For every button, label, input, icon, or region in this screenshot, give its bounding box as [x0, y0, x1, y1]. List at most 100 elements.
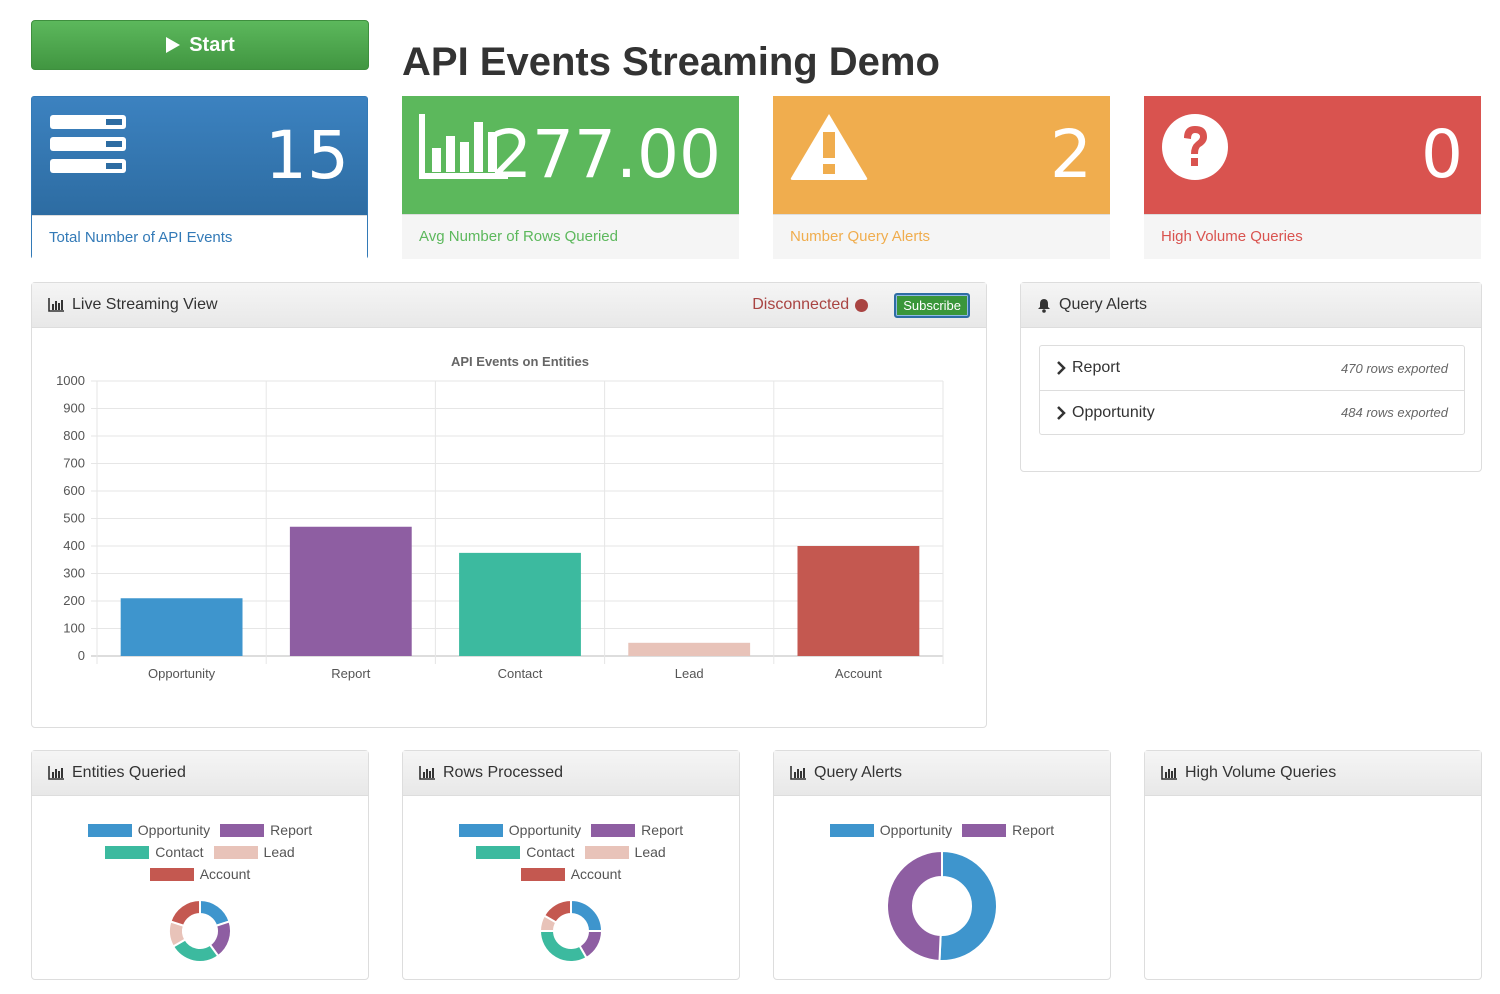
stat-value: 0 [1421, 116, 1463, 193]
legend-swatch [829, 823, 874, 837]
legend-item[interactable]: Lead [584, 844, 666, 860]
panel-title: Live Streaming View [72, 296, 218, 313]
donut-slice [886, 849, 943, 962]
bar-chart-icon [790, 766, 806, 780]
bar [120, 598, 243, 656]
legend-label: Opportunity [508, 822, 582, 838]
legend-item[interactable]: Opportunity [458, 822, 582, 838]
stat-query-alerts[interactable]: 2 Number Query Alerts [773, 96, 1110, 259]
x-tick-label: Lead [675, 666, 704, 681]
stat-value: 277.00 [490, 116, 721, 193]
legend-item[interactable]: Lead [213, 844, 295, 860]
legend-item[interactable]: Report [591, 822, 683, 838]
legend-item[interactable]: Report [220, 822, 312, 838]
y-tick-label: 0 [78, 648, 85, 663]
y-tick-label: 300 [63, 566, 85, 581]
legend-swatch [213, 845, 258, 859]
alert-item[interactable]: Opportunity 484 rows exported [1040, 390, 1464, 434]
stat-high-volume[interactable]: 0 High Volume Queries [1144, 96, 1481, 259]
start-button[interactable]: Start [31, 20, 369, 70]
chart-title: API Events on Entities [451, 354, 589, 369]
live-streaming-panel: Live Streaming View Disconnected Subscri… [31, 282, 987, 728]
play-icon [166, 37, 181, 53]
y-tick-label: 1000 [56, 373, 85, 388]
panel-title: Entities Queried [72, 764, 186, 781]
bar-chart-icon [1161, 766, 1177, 780]
connection-status: Disconnected [752, 296, 869, 314]
alert-rows: 470 rows exported [1341, 360, 1448, 376]
warning-icon [790, 114, 868, 180]
subscribe-button[interactable]: Subscribe [894, 292, 970, 318]
rows-donut-chart [538, 898, 604, 963]
stat-value: 2 [1050, 116, 1092, 193]
alert-entity: Report [1072, 359, 1121, 376]
stat-avg-rows[interactable]: 277.00 Avg Number of Rows Queried [402, 96, 739, 259]
alert-item[interactable]: Report 470 rows exported [1040, 346, 1464, 390]
legend-item[interactable]: Opportunity [87, 822, 211, 838]
bar [628, 642, 751, 656]
chart-legend: Opportunity Report [814, 822, 1070, 838]
y-tick-label: 900 [63, 401, 85, 416]
legend-swatch [458, 823, 503, 837]
legend-item[interactable]: Account [149, 866, 251, 882]
legend-swatch [87, 823, 132, 837]
legend-label: Lead [634, 844, 666, 860]
y-tick-label: 400 [63, 538, 85, 553]
chevron-right-icon [1057, 361, 1066, 375]
panel-title: Query Alerts [814, 764, 903, 781]
legend-label: Contact [155, 844, 204, 860]
query-alerts-chart-panel: Query Alerts Opportunity Report [773, 750, 1111, 980]
stat-value: 15 [265, 117, 349, 194]
alert-rows: 484 rows exported [1341, 405, 1448, 420]
donut-slice [538, 930, 588, 963]
bar-chart-icon [419, 766, 435, 780]
legend-label: Opportunity [137, 822, 211, 838]
x-tick-label: Report [331, 666, 370, 681]
panel-title: Rows Processed [443, 764, 564, 781]
legend-swatch [476, 845, 521, 859]
chevron-right-icon [1057, 405, 1066, 420]
legend-item[interactable]: Opportunity [829, 822, 953, 838]
alerts-donut-chart [886, 849, 998, 962]
legend-swatch [591, 823, 636, 837]
bar [289, 526, 412, 656]
stat-total-events[interactable]: 15 Total Number of API Events [31, 96, 368, 260]
legend-label: Opportunity [879, 822, 953, 838]
legend-item[interactable]: Contact [105, 844, 204, 860]
x-tick-label: Account [835, 666, 882, 681]
legend-swatch [105, 845, 150, 859]
bar [459, 552, 581, 656]
legend-label: Account [570, 866, 622, 882]
legend-item[interactable]: Report [962, 822, 1054, 838]
high-volume-panel: High Volume Queries [1144, 750, 1482, 980]
alert-list: Report 470 rows exported Opportunity 484… [1039, 345, 1465, 435]
legend-label: Lead [263, 844, 295, 860]
x-tick-label: Opportunity [148, 666, 216, 681]
legend-label: Report [1012, 822, 1055, 838]
donut-slice [938, 849, 998, 962]
stat-label: Total Number of API Events [32, 215, 367, 260]
legend-label: Account [199, 866, 251, 882]
entities-queried-panel: Entities Queried Opportunity Report Contac… [31, 750, 369, 980]
stat-label: Number Query Alerts [773, 214, 1110, 259]
y-tick-label: 200 [63, 593, 85, 608]
donut-slice [169, 898, 201, 928]
legend-item[interactable]: Contact [476, 844, 575, 860]
bar-chart-icon [48, 766, 64, 780]
y-tick-label: 800 [63, 428, 85, 443]
legend-item[interactable]: Account [520, 866, 622, 882]
stat-label: High Volume Queries [1144, 214, 1481, 259]
question-circle-icon [1162, 114, 1228, 180]
panel-title: Query Alerts [1059, 296, 1148, 313]
y-tick-label: 600 [63, 483, 85, 498]
bar-chart-icon [48, 298, 64, 312]
legend-label: Contact [526, 844, 575, 860]
server-icon [50, 115, 126, 173]
chart-legend: Opportunity Report Contact Lead Account [72, 822, 328, 882]
y-tick-label: 700 [63, 456, 85, 471]
entities-donut-chart [168, 898, 232, 963]
stat-label: Avg Number of Rows Queried [402, 214, 739, 259]
y-tick-label: 100 [63, 621, 85, 636]
status-dot-icon [855, 298, 869, 312]
legend-label: Report [270, 822, 313, 838]
